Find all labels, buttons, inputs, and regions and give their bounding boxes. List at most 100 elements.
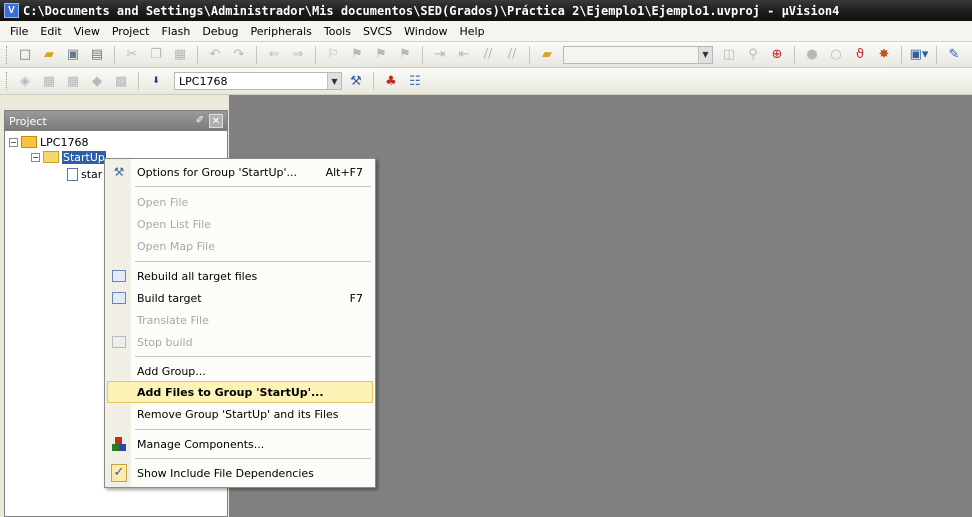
configure-wrench-icon[interactable]: ✎ [944,45,964,65]
menu-svcs[interactable]: SVCS [357,21,398,42]
target-select-value: LPC1768 [179,74,228,88]
tree-group-label: StartUp [62,150,106,164]
menu-open-file[interactable]: Open File [107,191,373,213]
tree-file-label: star [81,167,103,181]
menu-separator [135,186,371,187]
save-all-icon[interactable]: ▤ [87,45,107,65]
find-in-files-icon[interactable]: ▰ [537,45,557,65]
tree-node-target[interactable]: − LPC1768 [7,135,225,149]
toolbar-grip[interactable] [6,72,9,90]
menu-tools[interactable]: Tools [318,21,357,42]
next-bookmark-icon[interactable]: ⚑ [371,45,391,65]
rebuild-icon[interactable]: ▦ [63,71,83,91]
menu-item-label: Translate File [137,313,209,327]
new-file-icon[interactable]: □ [15,45,35,65]
toolbar-separator [114,45,115,64]
toolbar-grip[interactable] [6,45,9,64]
menu-project[interactable]: Project [106,21,156,42]
target-options-icon[interactable]: ⚒ [346,71,366,91]
select-packs-icon[interactable]: ☷ [405,71,425,91]
navigate-back-icon[interactable]: ⇐ [264,45,284,65]
menu-add-files-to-group[interactable]: Add Files to Group 'StartUp'... [107,381,373,403]
menu-remove-group[interactable]: Remove Group 'StartUp' and its Files [107,403,373,425]
menu-item-label: Options for Group 'StartUp'... [137,165,297,179]
menu-item-label: Stop build [137,335,193,349]
uncomment-icon[interactable]: // [502,45,522,65]
menu-debug[interactable]: Debug [196,21,244,42]
bookmark-icon[interactable]: ⚐ [323,45,343,65]
chevron-down-icon[interactable]: ▼ [327,73,341,89]
toolbar-separator [315,45,316,64]
components-icon [111,436,127,452]
manage-components-icon[interactable]: ♣ [381,71,401,91]
navigate-forward-icon[interactable]: ⇒ [288,45,308,65]
menu-add-group[interactable]: Add Group... [107,360,373,382]
disable-breakpoints-icon[interactable]: ϑ [850,45,870,65]
kill-breakpoints-icon[interactable]: ✸ [874,45,894,65]
pin-icon[interactable]: ✐ [193,114,207,128]
window-layout-icon[interactable]: ▣▾ [909,45,929,65]
redo-icon[interactable]: ↷ [229,45,249,65]
menu-shortcut: Alt+F7 [325,165,363,179]
incremental-find-icon[interactable]: ⚲ [743,45,763,65]
prev-bookmark-icon[interactable]: ⚑ [347,45,367,65]
menu-file[interactable]: File [4,21,34,42]
open-folder-icon[interactable]: ▰ [39,45,59,65]
stop-build-icon[interactable]: ▩ [111,71,131,91]
close-icon[interactable]: ✕ [209,114,223,128]
toolbar-separator [138,72,139,90]
stop-build-icon [111,334,127,350]
menu-options-for-group[interactable]: ⚒ Options for Group 'StartUp'... Alt+F7 [107,161,373,183]
comment-icon[interactable]: // [478,45,498,65]
menu-view[interactable]: View [68,21,106,42]
menu-translate-file[interactable]: Translate File [107,309,373,331]
enable-breakpoint-icon[interactable]: ○ [826,45,846,65]
asm-file-icon [67,167,78,181]
uvision-app-icon[interactable]: V [4,3,19,18]
undo-icon[interactable]: ↶ [205,45,225,65]
menu-separator [135,261,371,262]
menu-peripherals[interactable]: Peripherals [245,21,318,42]
menu-open-map-file[interactable]: Open Map File [107,235,373,257]
menu-show-include-dependencies[interactable]: ✓ Show Include File Dependencies [107,462,373,484]
menu-rebuild-all[interactable]: Rebuild all target files [107,265,373,287]
menu-flash[interactable]: Flash [155,21,196,42]
collapse-icon[interactable]: − [31,152,40,162]
target-select[interactable]: LPC1768 ▼ [174,72,342,90]
menu-stop-build[interactable]: Stop build [107,331,373,353]
menu-edit[interactable]: Edit [34,21,67,42]
save-icon[interactable]: ▣ [63,45,83,65]
menu-open-list-file[interactable]: Open List File [107,213,373,235]
download-load-icon[interactable]: ⬇ [146,71,166,91]
unindent-icon[interactable]: ⇤ [454,45,474,65]
find-combo[interactable]: ▼ [563,45,713,64]
find-icon[interactable]: ◫ [719,45,739,65]
menu-help[interactable]: Help [454,21,491,42]
build-icon[interactable]: ▦ [39,71,59,91]
menu-window[interactable]: Window [398,21,453,42]
paste-icon[interactable]: ▦ [170,45,190,65]
toolbar-separator [197,45,198,64]
checkmark-icon: ✓ [111,464,127,482]
menu-manage-components[interactable]: Manage Components... [107,433,373,455]
menu-build-target[interactable]: Build target F7 [107,287,373,309]
build-toolbar: ◈ ▦ ▦ ◆ ▩ ⬇ LPC1768 ▼ ⚒ ♣ ☷ [0,68,972,95]
project-panel-header: Project ✐ ✕ [5,111,227,131]
cut-icon[interactable]: ✂ [122,45,142,65]
clear-bookmarks-icon[interactable]: ⚑ [395,45,415,65]
insert-breakpoint-icon[interactable]: ● [802,45,822,65]
chevron-down-icon[interactable]: ▼ [698,46,712,63]
menu-bar: File Edit View Project Flash Debug Perip… [0,21,972,42]
menu-item-label: Rebuild all target files [137,269,258,283]
batch-build-icon[interactable]: ◆ [87,71,107,91]
menu-separator [135,458,371,459]
copy-icon[interactable]: ❐ [146,45,166,65]
rebuild-icon [111,268,127,284]
translate-icon[interactable]: ◈ [15,71,35,91]
indent-icon[interactable]: ⇥ [430,45,450,65]
debug-session-icon[interactable]: ⊕ [767,45,787,65]
collapse-icon[interactable]: − [9,137,18,147]
magic-wand-icon: ⚒ [113,165,125,179]
toolbar-separator [422,45,423,64]
menu-separator [135,429,371,430]
